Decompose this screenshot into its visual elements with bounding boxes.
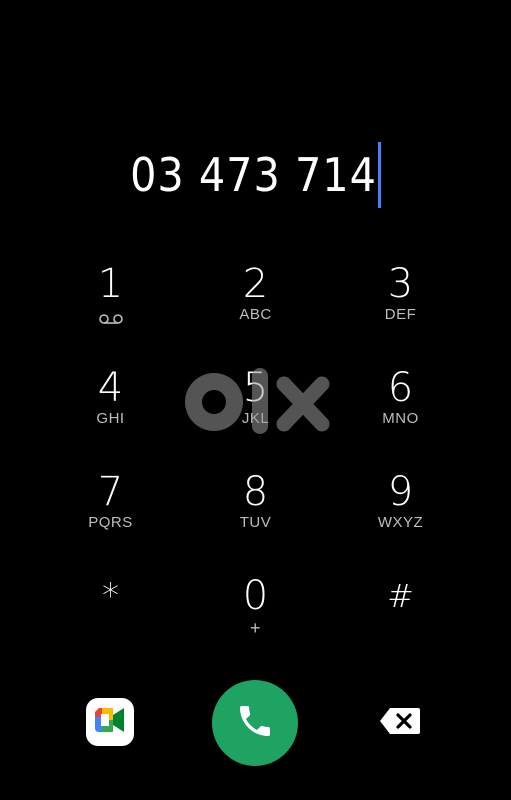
key-digit: 8: [242, 469, 269, 515]
key-digit: 9: [387, 469, 414, 515]
voicemail-icon: [98, 310, 123, 329]
key-digit: 1: [97, 261, 124, 307]
key-letters: PQRS: [88, 514, 133, 531]
key-letters: DEF: [384, 306, 417, 323]
key-digit: 3: [387, 261, 414, 307]
key-letters: MNO: [382, 410, 419, 427]
key-digit: 5: [242, 365, 269, 411]
key-letters: JKL: [241, 410, 270, 427]
key-digit: 2: [242, 261, 269, 307]
key-1[interactable]: 1: [38, 260, 183, 364]
phone-icon: [235, 701, 275, 745]
number-display[interactable]: 03 473 714: [0, 140, 511, 210]
key-8[interactable]: 8 TUV: [183, 468, 328, 572]
key-letters: WXYZ: [377, 514, 424, 531]
backspace-button[interactable]: [378, 708, 422, 738]
key-letters: GHI: [96, 410, 125, 427]
dialed-number: 03 473 714: [130, 148, 377, 202]
key-digit: 6: [387, 365, 414, 411]
video-call-button[interactable]: [86, 698, 134, 746]
text-cursor: [377, 142, 381, 208]
key-letters: ABC: [239, 306, 272, 323]
call-button[interactable]: [212, 680, 298, 766]
key-9[interactable]: 9 WXYZ: [328, 468, 473, 572]
key-digit: #: [387, 577, 414, 615]
key-star[interactable]: *: [38, 572, 183, 676]
key-letters: TUV: [239, 514, 272, 531]
key-6[interactable]: 6 MNO: [328, 364, 473, 468]
dial-pad: 1 2 ABC 3 DEF 4 GHI 5 JKL 6 MNO 7 PQRS 8…: [38, 260, 473, 676]
key-digit: 0: [242, 573, 269, 619]
key-7[interactable]: 7 PQRS: [38, 468, 183, 572]
key-hash[interactable]: #: [328, 572, 473, 676]
key-digit: *: [102, 576, 119, 616]
key-2[interactable]: 2 ABC: [183, 260, 328, 364]
action-bar: [0, 680, 511, 766]
key-0[interactable]: 0 +: [183, 572, 328, 676]
backspace-icon: [378, 706, 422, 740]
key-4[interactable]: 4 GHI: [38, 364, 183, 468]
key-letters: +: [249, 618, 261, 638]
key-digit: 4: [97, 365, 124, 411]
google-meet-icon: [92, 705, 128, 739]
key-digit: 7: [97, 469, 124, 515]
key-5[interactable]: 5 JKL: [183, 364, 328, 468]
key-3[interactable]: 3 DEF: [328, 260, 473, 364]
